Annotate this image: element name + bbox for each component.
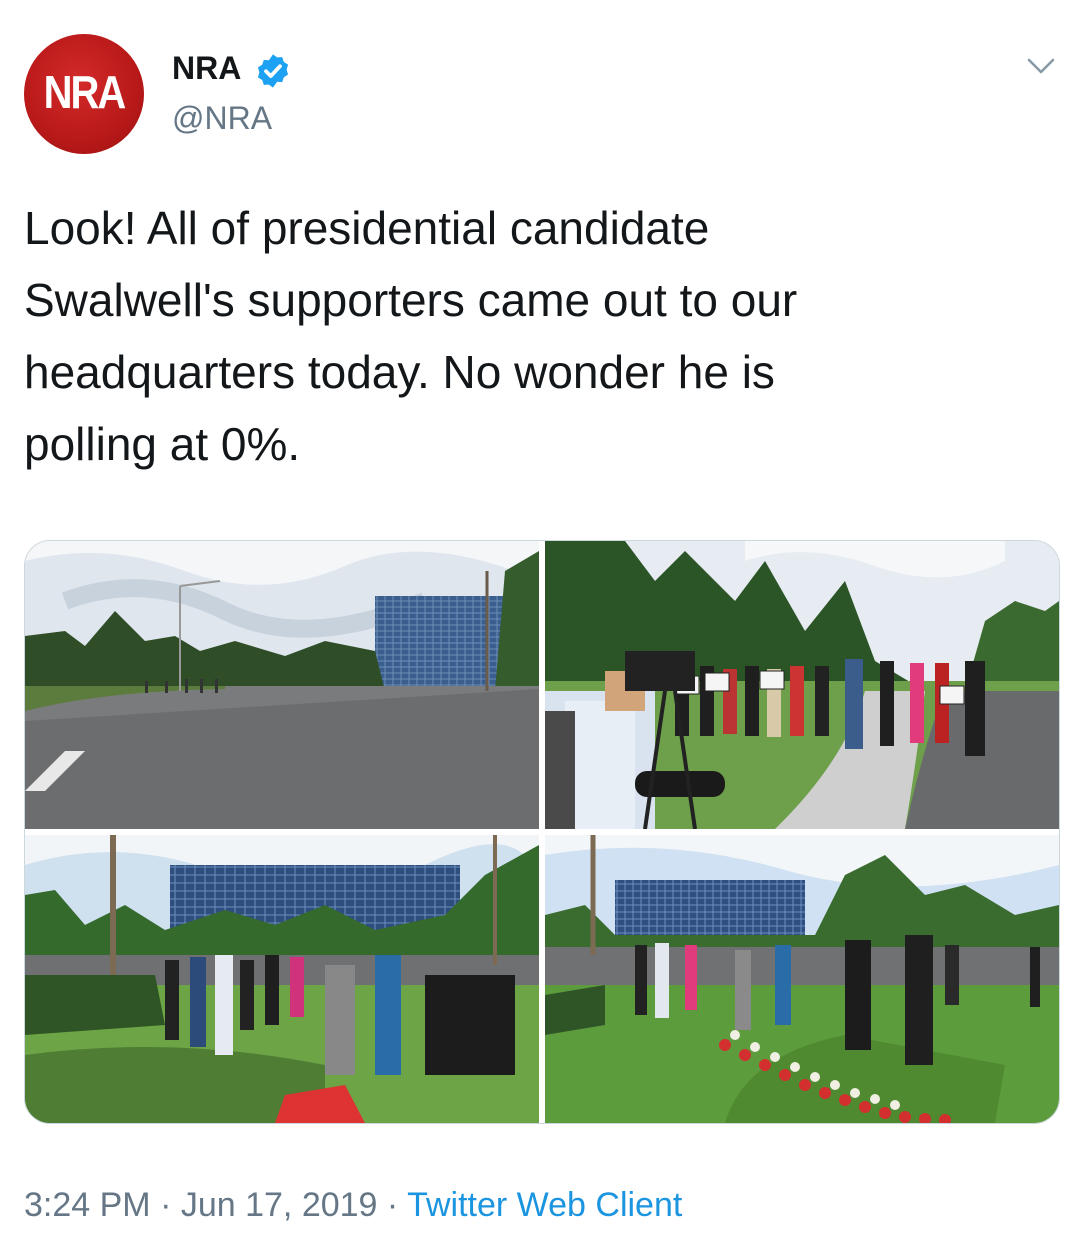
- tweet-source-link[interactable]: Twitter Web Client: [407, 1186, 682, 1224]
- user-handle[interactable]: @NRA: [172, 100, 272, 137]
- verified-badge-icon: [257, 54, 289, 88]
- tweet-meta: 3:24 PM · Jun 17, 2019 · Twitter Web Cli…: [24, 1186, 682, 1225]
- chevron-down-icon[interactable]: [1026, 56, 1056, 76]
- photo-1[interactable]: [25, 541, 539, 829]
- tweet-time[interactable]: 3:24 PM: [24, 1186, 151, 1224]
- meta-separator: ·: [150, 1186, 181, 1224]
- avatar-logo-text: NRA: [43, 67, 127, 118]
- tweet-date[interactable]: Jun 17, 2019: [181, 1186, 378, 1224]
- photo-4[interactable]: [545, 835, 1059, 1123]
- display-name[interactable]: NRA: [172, 50, 241, 87]
- photo-2[interactable]: [545, 541, 1059, 829]
- tweet-text: Look! All of presidential candidate Swal…: [24, 202, 798, 470]
- avatar[interactable]: NRA: [24, 34, 144, 154]
- meta-separator: ·: [377, 1186, 408, 1224]
- media-grid: [24, 540, 1060, 1124]
- photo-3[interactable]: [25, 835, 539, 1123]
